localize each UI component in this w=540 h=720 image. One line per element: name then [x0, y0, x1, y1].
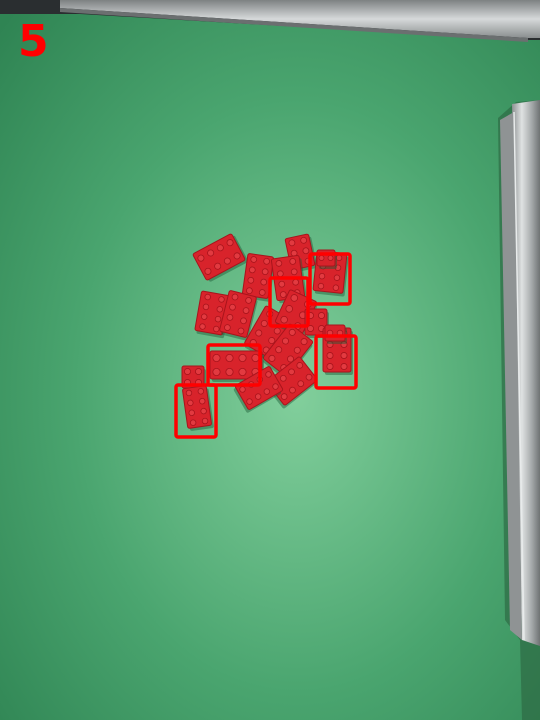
brick-stud [318, 255, 325, 261]
brick-stud [201, 417, 209, 425]
brick-stud [184, 368, 191, 375]
brick-stud [212, 353, 221, 363]
brick-stud [248, 266, 256, 274]
brick-stud [185, 389, 193, 397]
photo-scene: 5 [0, 0, 540, 720]
brick-stud [279, 291, 287, 298]
brick-stud [212, 367, 221, 377]
brick-stud [258, 289, 266, 296]
brick-stud [238, 353, 247, 363]
brick-stud [260, 278, 268, 286]
brick-stud [290, 268, 298, 276]
brick-stud [318, 312, 325, 319]
brick-stud [340, 363, 348, 370]
brick-stud [195, 368, 202, 375]
brick-stud [317, 282, 325, 290]
brick-stud [326, 352, 334, 359]
brick-stud [187, 399, 194, 407]
brick-stud [332, 284, 340, 291]
brick-stud [327, 255, 334, 261]
brick-stud [292, 278, 300, 286]
brick-stud [225, 367, 234, 377]
brick-stud [326, 363, 334, 370]
frame-number-label: 5 [18, 16, 49, 67]
brick-stud [276, 270, 284, 278]
brick-stud [188, 409, 195, 416]
brick-stud [275, 260, 283, 267]
brick-stud [261, 268, 269, 276]
brick-stud [251, 353, 260, 363]
brick-stud [247, 276, 255, 284]
brick-stud [225, 353, 234, 363]
brick-stud [318, 272, 326, 280]
brick-stud [246, 287, 253, 295]
brick-stud [238, 367, 247, 377]
brick-stud [250, 256, 258, 263]
brick-stud [333, 274, 341, 281]
brick-stud [278, 280, 286, 288]
brick-stud [263, 257, 270, 265]
brick-stud [340, 352, 348, 359]
brick-stud [197, 388, 205, 395]
brick-stud [200, 407, 207, 415]
brick-stud [199, 398, 206, 405]
scene-canvas [0, 0, 540, 720]
brick-stud [189, 419, 197, 426]
brick-stud [289, 258, 297, 265]
